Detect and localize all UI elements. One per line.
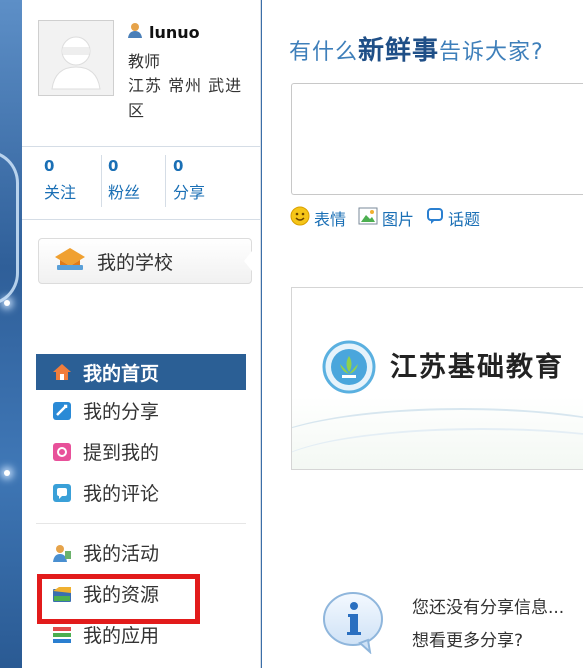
composer-prompt: 有什么新鲜事告诉大家? (289, 30, 544, 67)
nav-label: 我的资源 (83, 584, 160, 606)
avatar[interactable] (38, 20, 114, 96)
nav-item-apps[interactable]: 我的应用 (36, 614, 246, 655)
image-icon (358, 207, 378, 229)
nav-item-comments[interactable]: 我的评论 (36, 472, 246, 513)
decorative-sparkle (4, 470, 10, 476)
topic-icon (426, 207, 444, 229)
nav-item-home[interactable]: 我的首页 (36, 354, 246, 390)
empty-state: 您还没有分享信息... 想看更多分享? (320, 590, 564, 658)
background-strip (0, 0, 22, 668)
left-sidebar: lunuo 教师 江苏 常州 武进区 0 关注 0 粉丝 0 分享 我的学校 我… (22, 0, 261, 668)
nav-divider (36, 523, 246, 524)
comment-icon (51, 482, 73, 504)
prompt-emphasis: 新鲜事 (358, 36, 440, 66)
nav-item-activities[interactable]: 我的活动 (36, 532, 246, 573)
stat-label[interactable]: 关注 (44, 179, 104, 203)
nav-label: 我的首页 (83, 362, 160, 385)
main-content: 有什么新鲜事告诉大家? 表情 图片 话题 江苏基础教育 您还没有分享信息... … (262, 0, 583, 668)
stat-shares[interactable]: 0 分享 (173, 157, 233, 203)
user-icon (127, 22, 143, 42)
notch-decoration (244, 251, 252, 271)
user-stats: 0 关注 0 粉丝 0 分享 (22, 146, 260, 220)
emoji-label: 表情 (314, 210, 347, 229)
stat-following[interactable]: 0 关注 (44, 157, 104, 203)
prompt-text: 有什么 (289, 40, 359, 65)
mention-icon (51, 441, 73, 463)
stat-label[interactable]: 粉丝 (108, 179, 168, 203)
user-name[interactable]: lunuo (149, 23, 200, 42)
nav-label: 我的分享 (83, 401, 160, 423)
nav-item-mentions[interactable]: 提到我的 (36, 431, 246, 472)
school-icon (53, 245, 87, 277)
empty-state-line[interactable]: 想看更多分享? (412, 625, 564, 658)
empty-state-line: 您还没有分享信息... (412, 598, 565, 618)
stat-count: 0 (108, 157, 119, 175)
user-location: 江苏 常州 武进区 (128, 76, 243, 120)
stat-count: 0 (44, 157, 55, 175)
activity-icon (51, 542, 73, 564)
home-icon (51, 361, 73, 383)
image-button[interactable]: 图片 (358, 206, 414, 230)
divider (165, 155, 166, 207)
post-input[interactable] (291, 83, 583, 195)
sidebar-nav: 我的首页 我的分享 提到我的 我的评论 我的活动 我的资源 我的应用 (36, 354, 246, 655)
banner-image[interactable]: 江苏基础教育 (291, 287, 583, 470)
info-icon (320, 592, 386, 658)
emoji-button[interactable]: 表情 (290, 206, 346, 230)
my-school-label: 我的学校 (97, 251, 174, 274)
my-school-button[interactable]: 我的学校 (38, 238, 252, 284)
image-label: 图片 (382, 210, 415, 229)
user-name-row: lunuo (127, 22, 200, 42)
app-icon (51, 624, 73, 646)
topic-label: 话题 (448, 210, 481, 229)
stat-followers[interactable]: 0 粉丝 (108, 157, 168, 203)
resource-icon (51, 583, 73, 605)
banner-title: 江苏基础教育 (390, 352, 564, 383)
empty-state-text: 您还没有分享信息... 想看更多分享? (412, 592, 564, 658)
decorative-sparkle (4, 300, 10, 306)
nav-label: 我的评论 (83, 483, 160, 505)
prompt-text: 告诉大家? (439, 40, 544, 65)
stat-count: 0 (173, 157, 184, 175)
topic-button[interactable]: 话题 (426, 206, 480, 230)
nav-item-my-shares[interactable]: 我的分享 (36, 390, 246, 431)
nav-label: 我的活动 (83, 543, 160, 565)
nav-label: 我的应用 (83, 625, 160, 647)
decorative-swirl (0, 150, 19, 306)
share-icon (51, 400, 73, 422)
user-role: 教师 (128, 52, 161, 71)
composer-toolbar: 表情 图片 话题 (290, 206, 480, 230)
nav-item-resources[interactable]: 我的资源 (36, 573, 246, 614)
nav-label: 提到我的 (83, 442, 160, 464)
divider (101, 155, 102, 207)
emoji-icon (290, 206, 310, 230)
stat-label[interactable]: 分享 (173, 179, 233, 203)
education-logo-icon (322, 340, 376, 398)
